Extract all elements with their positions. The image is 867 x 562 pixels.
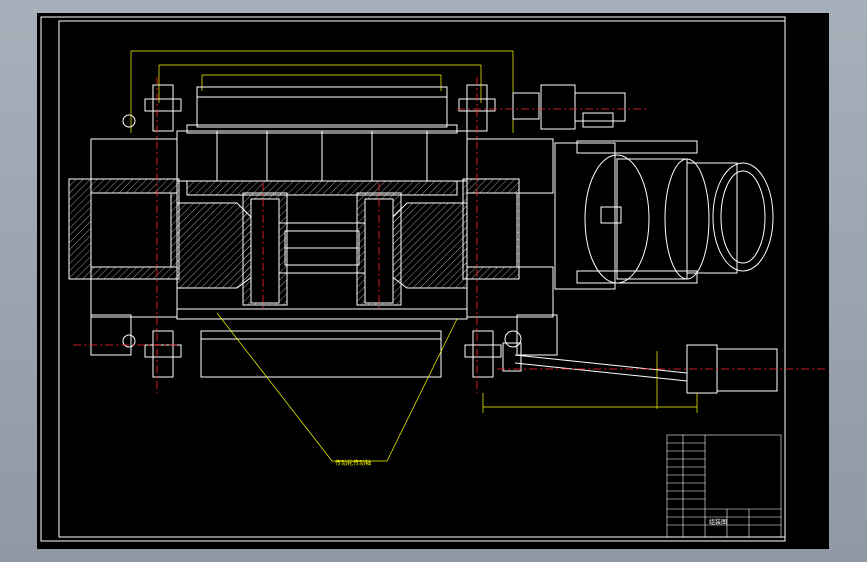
connecting-rod-icon xyxy=(502,342,778,394)
assembly-drawing: 传动轮传动轴 组装图 xyxy=(40,16,827,542)
roll-sections xyxy=(176,180,468,306)
motor-icon xyxy=(554,140,774,290)
leader-lines xyxy=(216,312,698,462)
gearbox-icon xyxy=(512,84,626,130)
top-dimensions xyxy=(130,50,514,133)
cad-viewport[interactable]: 传动轮传动轴 组装图 xyxy=(37,13,829,549)
leader-label: 传动轮传动轴 xyxy=(335,459,371,467)
left-shaft xyxy=(68,138,180,356)
title-block-label: 组装图 xyxy=(709,518,727,526)
